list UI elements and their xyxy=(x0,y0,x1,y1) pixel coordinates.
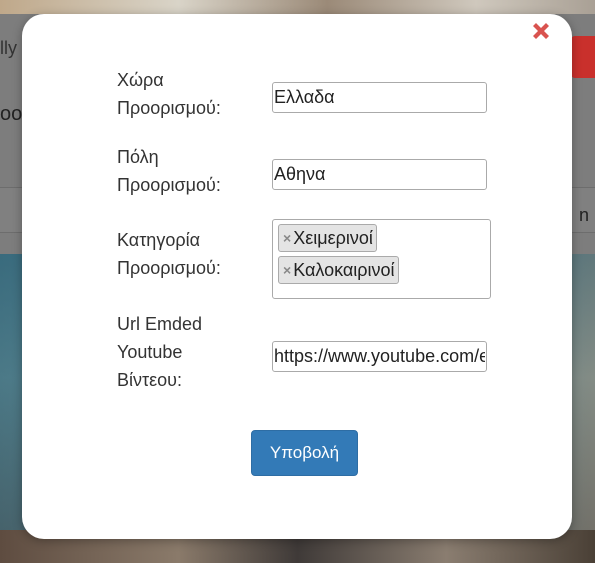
background-text: lly xyxy=(0,38,17,58)
category-tag: × Χειμερινοί xyxy=(278,224,377,252)
background-red-button xyxy=(571,36,595,78)
close-icon[interactable] xyxy=(529,19,553,43)
city-label: Πόλη Προορισμού: xyxy=(117,147,221,195)
youtube-url-input[interactable] xyxy=(272,341,487,372)
category-label: Κατηγορία Προορισμού: xyxy=(117,230,221,278)
remove-tag-icon[interactable]: × xyxy=(283,230,291,246)
destination-form-modal: Χώρα Προορισμού: Πόλη Προορισμού: Κατηγο… xyxy=(22,14,572,539)
background-banner xyxy=(0,0,595,14)
country-label: Χώρα Προορισμού: xyxy=(117,70,221,118)
background-text: n xyxy=(578,205,589,225)
background-text: oo xyxy=(0,103,23,125)
submit-button[interactable]: Υποβολή xyxy=(251,430,358,476)
country-input[interactable] xyxy=(272,82,487,113)
remove-tag-icon[interactable]: × xyxy=(283,262,291,278)
category-tag-label: Καλοκαιρινοί xyxy=(293,259,395,280)
category-tag: × Καλοκαιρινοί xyxy=(278,256,399,284)
category-multiselect[interactable]: × Χειμερινοί × Καλοκαιρινοί xyxy=(272,219,491,299)
youtube-label: Url Emded Youtube Βίντεου: xyxy=(117,314,203,390)
city-input[interactable] xyxy=(272,159,487,190)
category-tag-label: Χειμερινοί xyxy=(293,227,373,248)
